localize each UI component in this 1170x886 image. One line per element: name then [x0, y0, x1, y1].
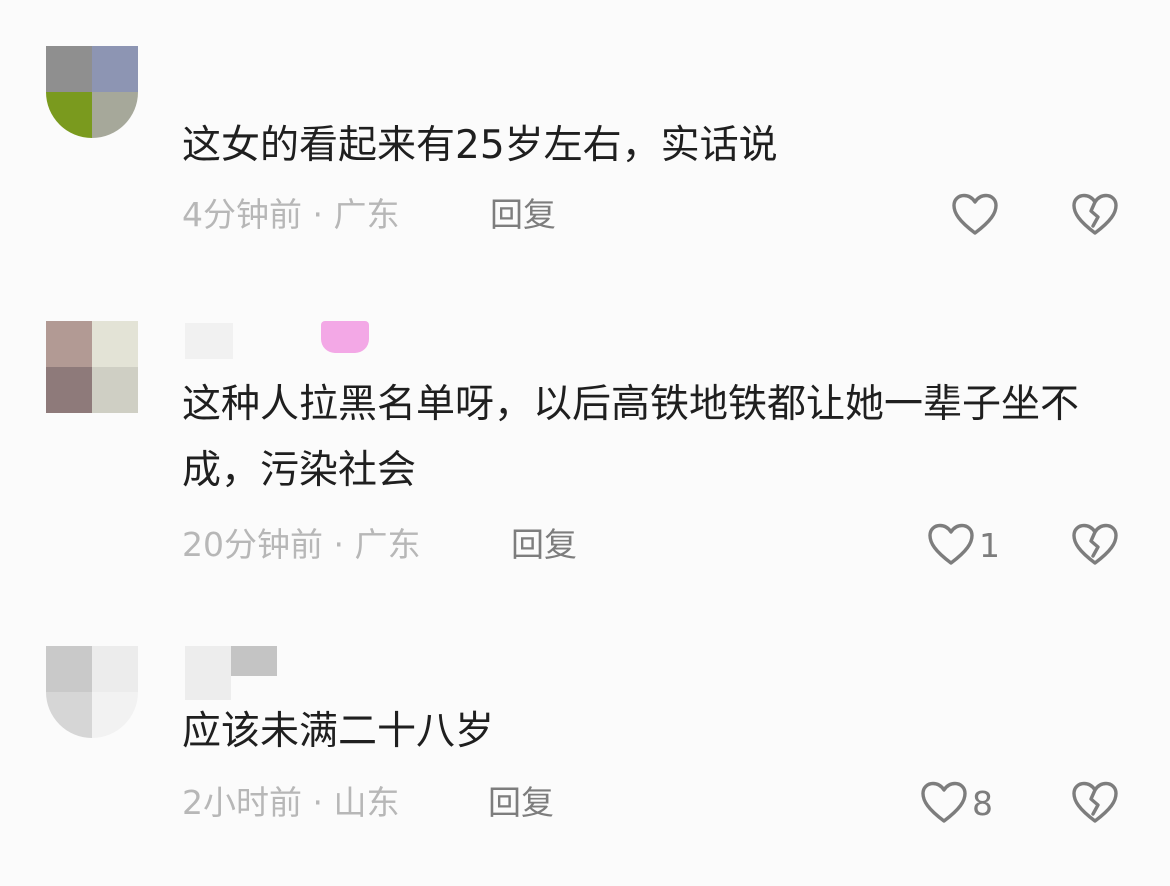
- dislike-button[interactable]: [1071, 781, 1119, 825]
- username-obscured: [185, 323, 233, 359]
- comment-text: 这女的看起来有25岁左右，实话说: [182, 123, 778, 168]
- comment-meta: 2小时前 · 山东: [182, 779, 399, 827]
- comment-meta: 4分钟前 · 广东: [182, 191, 399, 239]
- heart-outline-icon: [951, 193, 999, 237]
- like-count: 8: [972, 783, 993, 823]
- avatar[interactable]: [46, 46, 138, 138]
- broken-heart-icon: [1071, 781, 1119, 825]
- comment-text: 这种人拉黑名单呀，以后高铁地铁都让她一辈子坐不成，污染社会: [182, 382, 1080, 493]
- heart-outline-icon: [927, 523, 975, 567]
- comment-time: 20分钟前: [182, 525, 323, 564]
- comment-time: 4分钟前: [182, 195, 302, 234]
- comment-meta: 20分钟前 · 广东: [182, 521, 420, 569]
- avatar[interactable]: [46, 646, 138, 738]
- broken-heart-icon: [1071, 523, 1119, 567]
- username-obscured: [231, 646, 277, 676]
- reply-button[interactable]: 回复: [511, 521, 577, 569]
- meta-separator: ·: [302, 195, 334, 234]
- dislike-button[interactable]: [1071, 193, 1119, 237]
- reply-button[interactable]: 回复: [490, 191, 556, 239]
- username-obscured: [321, 321, 369, 353]
- comment-location: 广东: [354, 525, 421, 564]
- meta-separator: ·: [302, 783, 334, 822]
- like-count: 1: [979, 525, 1000, 565]
- like-button[interactable]: 1: [927, 521, 1000, 569]
- heart-outline-icon: [920, 781, 968, 825]
- like-button[interactable]: 8: [920, 779, 993, 827]
- comment-location: 广东: [333, 195, 400, 234]
- meta-separator: ·: [323, 525, 355, 564]
- broken-heart-icon: [1071, 193, 1119, 237]
- username-obscured: [185, 646, 231, 700]
- reply-button[interactable]: 回复: [488, 779, 554, 827]
- comment-text: 应该未满二十八岁: [182, 709, 495, 754]
- comment-location: 山东: [333, 783, 400, 822]
- comment-time: 2小时前: [182, 783, 302, 822]
- like-button[interactable]: [951, 191, 1003, 239]
- avatar[interactable]: [46, 321, 138, 413]
- dislike-button[interactable]: [1071, 523, 1119, 567]
